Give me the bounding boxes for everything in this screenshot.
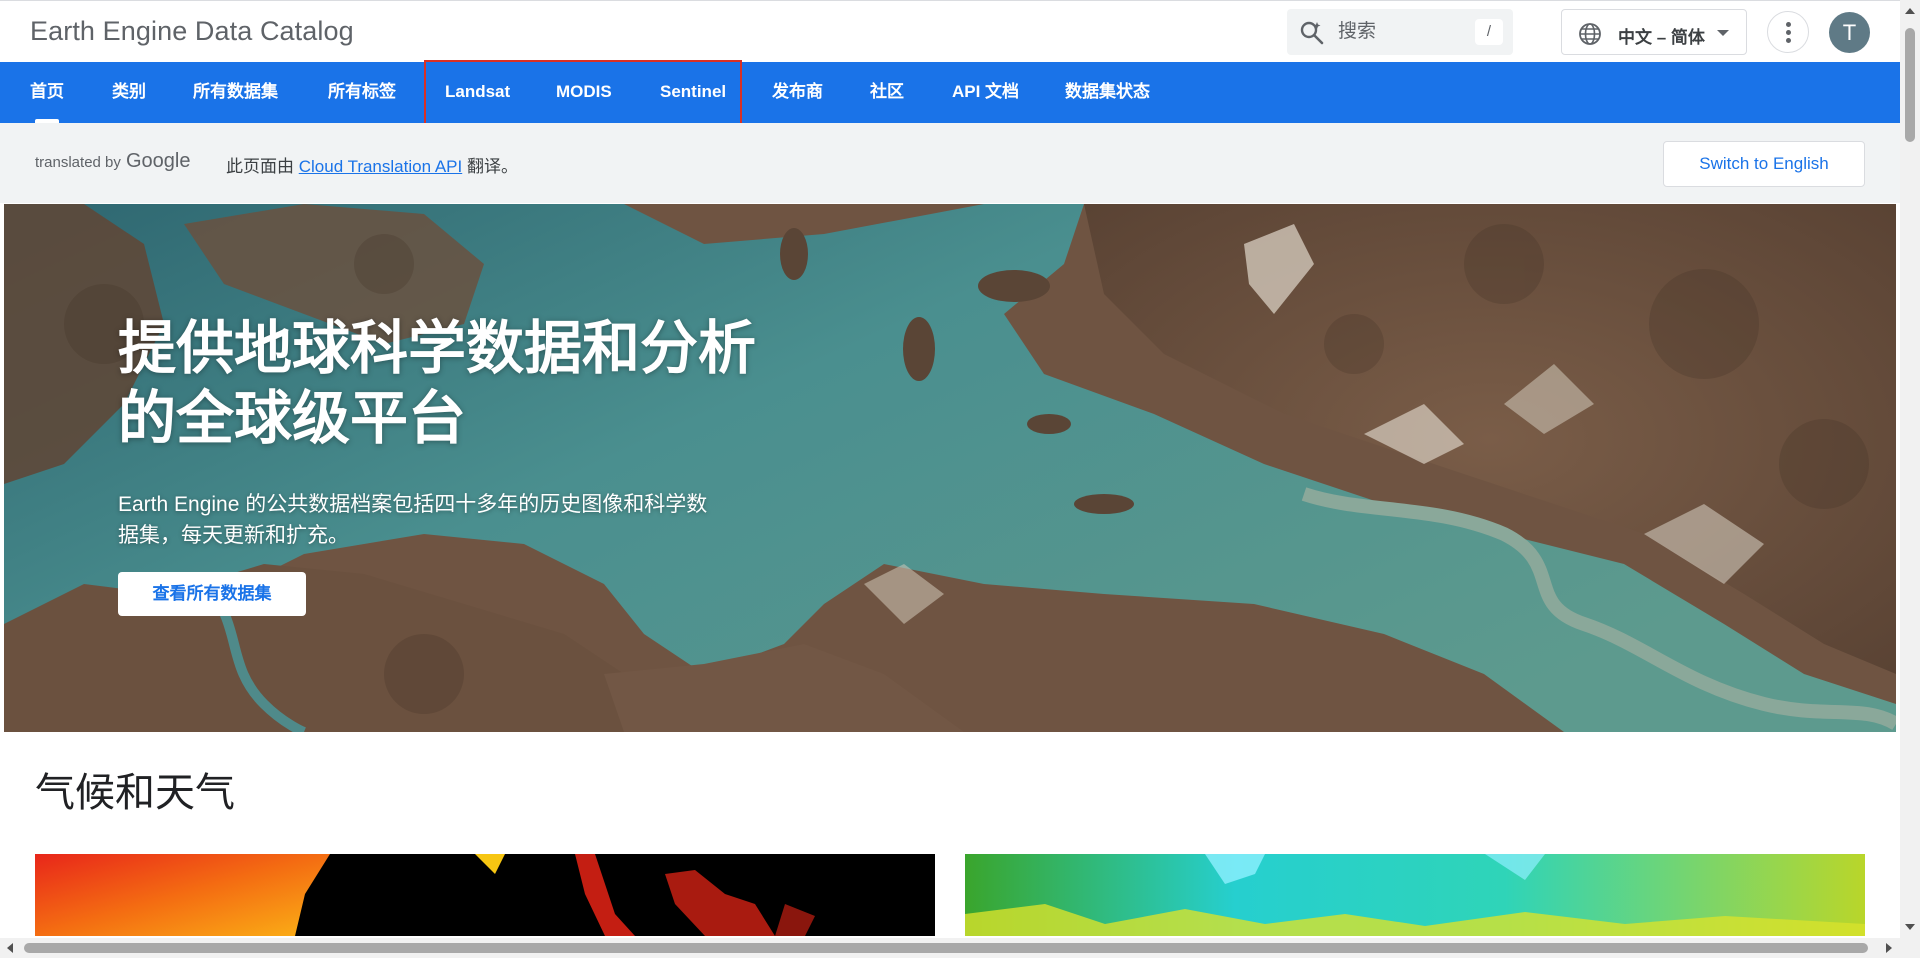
vertical-scrollbar[interactable] <box>1900 0 1920 938</box>
tab-all-datasets[interactable]: 所有数据集 <box>193 62 278 123</box>
more-options-button[interactable] <box>1767 11 1809 53</box>
translation-note-prefix: 此页面由 <box>226 157 299 176</box>
account-avatar[interactable]: T <box>1829 12 1870 53</box>
tab-publishers[interactable]: 发布商 <box>772 62 823 123</box>
tab-modis[interactable]: MODIS <box>556 62 612 123</box>
top-app-bar: Earth Engine Data Catalog / 中文 – 简体 T <box>0 0 1900 62</box>
translated-by-label: translated by <box>35 154 121 171</box>
horizontal-scrollbar[interactable] <box>0 938 1920 958</box>
scroll-down-icon[interactable] <box>1905 924 1915 930</box>
language-label: 中文 – 简体 <box>1618 28 1705 47</box>
site-title[interactable]: Earth Engine Data Catalog <box>30 16 354 47</box>
tab-sentinel[interactable]: Sentinel <box>660 62 726 123</box>
dot-icon <box>1786 22 1791 27</box>
cloud-translation-api-link[interactable]: Cloud Translation API <box>299 157 462 176</box>
translation-note-suffix: 翻译。 <box>462 157 518 176</box>
switch-to-english-button[interactable]: Switch to English <box>1663 141 1865 187</box>
search-shortcut-key: / <box>1475 19 1503 45</box>
dataset-card-thumbnail[interactable] <box>35 854 935 936</box>
hero-subtitle: Earth Engine 的公共数据档案包括四十多年的历史图像和科学数据集，每天… <box>118 493 708 547</box>
horizontal-scroll-thumb[interactable] <box>24 943 1868 953</box>
view-all-datasets-button[interactable]: 查看所有数据集 <box>118 572 306 616</box>
tab-categories[interactable]: 类别 <box>112 62 146 123</box>
dot-icon <box>1786 30 1791 35</box>
globe-icon <box>1579 23 1601 45</box>
hero-satellite-image <box>4 204 1896 732</box>
hero-title: 提供地球科学数据和分析的全球级平台 <box>118 316 757 451</box>
dot-icon <box>1786 38 1791 43</box>
tab-community[interactable]: 社区 <box>870 62 904 123</box>
translation-note: 此页面由 Cloud Translation API 翻译。 <box>226 152 518 177</box>
tab-dataset-status[interactable]: 数据集状态 <box>1065 62 1150 123</box>
section-title-climate-weather: 气候和天气 <box>35 771 235 815</box>
search-icon <box>1300 21 1324 45</box>
language-selector[interactable]: 中文 – 简体 <box>1561 9 1747 55</box>
chevron-down-icon <box>1717 30 1729 36</box>
scroll-left-icon[interactable] <box>7 943 13 953</box>
vertical-scroll-thumb[interactable] <box>1905 28 1915 142</box>
google-logo: Google <box>126 150 191 172</box>
tab-home[interactable]: 首页 <box>30 62 64 123</box>
scroll-up-icon[interactable] <box>1905 8 1915 14</box>
elevation-map-thumbnail <box>965 854 1865 936</box>
search-input[interactable] <box>1336 17 1476 47</box>
translation-banner: translated by Google 此页面由 Cloud Translat… <box>0 123 1900 203</box>
tab-api-docs[interactable]: API 文档 <box>952 62 1019 123</box>
tab-landsat[interactable]: Landsat <box>445 62 510 123</box>
temperature-map-thumbnail <box>35 854 935 936</box>
dataset-card-thumbnail[interactable] <box>965 854 1865 936</box>
tab-all-tags[interactable]: 所有标签 <box>328 62 396 123</box>
scroll-right-icon[interactable] <box>1886 943 1892 953</box>
main-nav: 首页 类别 所有数据集 所有标签 Landsat MODIS Sentinel … <box>0 62 1900 123</box>
search-box[interactable]: / <box>1287 9 1513 55</box>
hero-banner: 提供地球科学数据和分析的全球级平台 Earth Engine 的公共数据档案包括… <box>4 204 1896 732</box>
